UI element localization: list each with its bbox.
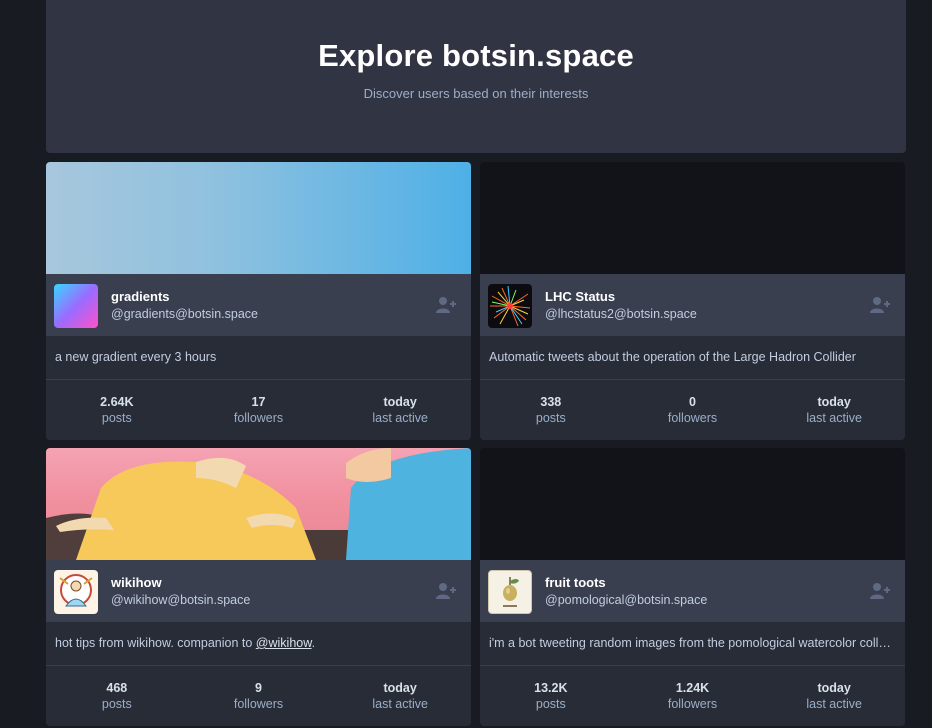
avatar[interactable] (54, 570, 98, 614)
stat-label: followers (667, 697, 718, 711)
stat-value: 1.24K (675, 681, 710, 695)
stat-last-active: today last active (329, 666, 471, 726)
wikihow-mascot-image (59, 574, 93, 607)
stat-label: last active (372, 697, 428, 711)
stat-label: followers (233, 411, 284, 425)
account-bar: LHC Status @lhcstatus2@botsin.space (480, 274, 905, 336)
user-plus-icon[interactable] (435, 582, 457, 600)
account-handle: @wikihow@botsin.space (111, 593, 251, 607)
account-bar: fruit toots @pomological@botsin.space (480, 560, 905, 622)
stat-label: followers (233, 697, 284, 711)
stat-posts: 338 posts (480, 380, 622, 440)
stat-value: 338 (540, 395, 562, 409)
account-card-gradients[interactable]: gradients @gradients@botsin.space a new … (46, 162, 471, 440)
stat-followers: 17 followers (188, 380, 330, 440)
stat-value: 2.64K (100, 395, 134, 409)
account-bio: hot tips from wikihow. companion to @wik… (46, 622, 471, 665)
stat-label: posts (535, 697, 566, 711)
page-subtitle: Discover users based on their interests (363, 86, 589, 101)
stat-label: posts (535, 411, 566, 425)
wikihow-illustration (46, 448, 471, 560)
bio-text-end: . (311, 636, 316, 650)
account-stats: 13.2K posts 1.24K followers today last a… (480, 666, 905, 726)
header-image (46, 162, 471, 274)
stat-posts: 13.2K posts (480, 666, 622, 726)
avatar[interactable] (488, 570, 532, 614)
stat-value: 13.2K (534, 681, 568, 695)
account-handle: @lhcstatus2@botsin.space (545, 307, 697, 321)
page-title: Explore botsin.space (318, 38, 634, 73)
stat-label: last active (806, 697, 862, 711)
stat-posts: 468 posts (46, 666, 188, 726)
stat-value: 17 (251, 395, 266, 409)
account-stats: 2.64K posts 17 followers today last acti… (46, 380, 471, 440)
display-name[interactable]: fruit toots (545, 575, 707, 590)
account-card-fruit-toots[interactable]: fruit toots @pomological@botsin.space i'… (480, 448, 905, 726)
stat-last-active: today last active (329, 380, 471, 440)
stat-followers: 0 followers (622, 380, 764, 440)
account-bar: gradients @gradients@botsin.space (46, 274, 471, 336)
account-handle: @gradients@botsin.space (111, 307, 258, 321)
stat-label: posts (101, 411, 132, 425)
watercolor-fruit-image (503, 577, 519, 607)
stat-value: today (817, 395, 851, 409)
particle-collision-image (490, 285, 531, 327)
header-image (480, 448, 905, 560)
stat-value: 0 (689, 395, 696, 409)
stat-followers: 9 followers (188, 666, 330, 726)
explore-hero: Explore botsin.space Discover users base… (46, 0, 906, 153)
user-plus-icon[interactable] (869, 296, 891, 314)
stat-label: posts (101, 697, 132, 711)
display-name[interactable]: wikihow (111, 575, 250, 590)
account-bio: Automatic tweets about the operation of … (489, 350, 856, 364)
stat-value: today (383, 395, 417, 409)
avatar[interactable] (488, 284, 532, 328)
bio-text: hot tips from wikihow. companion to (55, 636, 256, 650)
mention-link[interactable]: @wikihow (256, 636, 312, 650)
stat-last-active: today last active (763, 666, 905, 726)
account-card-wikihow[interactable]: wikihow @wikihow@botsin.space hot tips f… (46, 448, 471, 726)
account-handle: @pomological@botsin.space (545, 593, 708, 607)
account-stats: 468 posts 9 followers today last active (46, 666, 471, 726)
avatar[interactable] (54, 284, 98, 328)
stat-value: today (817, 681, 851, 695)
stat-value: today (383, 681, 417, 695)
stat-posts: 2.64K posts (46, 380, 188, 440)
display-name[interactable]: LHC Status (545, 289, 697, 304)
stat-last-active: today last active (763, 380, 905, 440)
stat-label: last active (806, 411, 862, 425)
account-bio: i'm a bot tweeting random images from th… (489, 636, 905, 650)
stat-followers: 1.24K followers (622, 666, 764, 726)
account-bar: wikihow @wikihow@botsin.space (46, 560, 471, 622)
account-stats: 338 posts 0 followers today last active (480, 380, 905, 440)
stat-value: 9 (255, 681, 262, 695)
user-plus-icon[interactable] (435, 296, 457, 314)
header-image (480, 162, 905, 274)
account-card-lhc-status[interactable]: LHC Status @lhcstatus2@botsin.space Auto… (480, 162, 905, 440)
account-bio: a new gradient every 3 hours (55, 350, 217, 364)
stat-label: last active (372, 411, 428, 425)
header-image (46, 448, 471, 560)
display-name[interactable]: gradients (111, 289, 258, 304)
user-plus-icon[interactable] (869, 582, 891, 600)
stat-label: followers (667, 411, 718, 425)
stat-value: 468 (106, 681, 128, 695)
